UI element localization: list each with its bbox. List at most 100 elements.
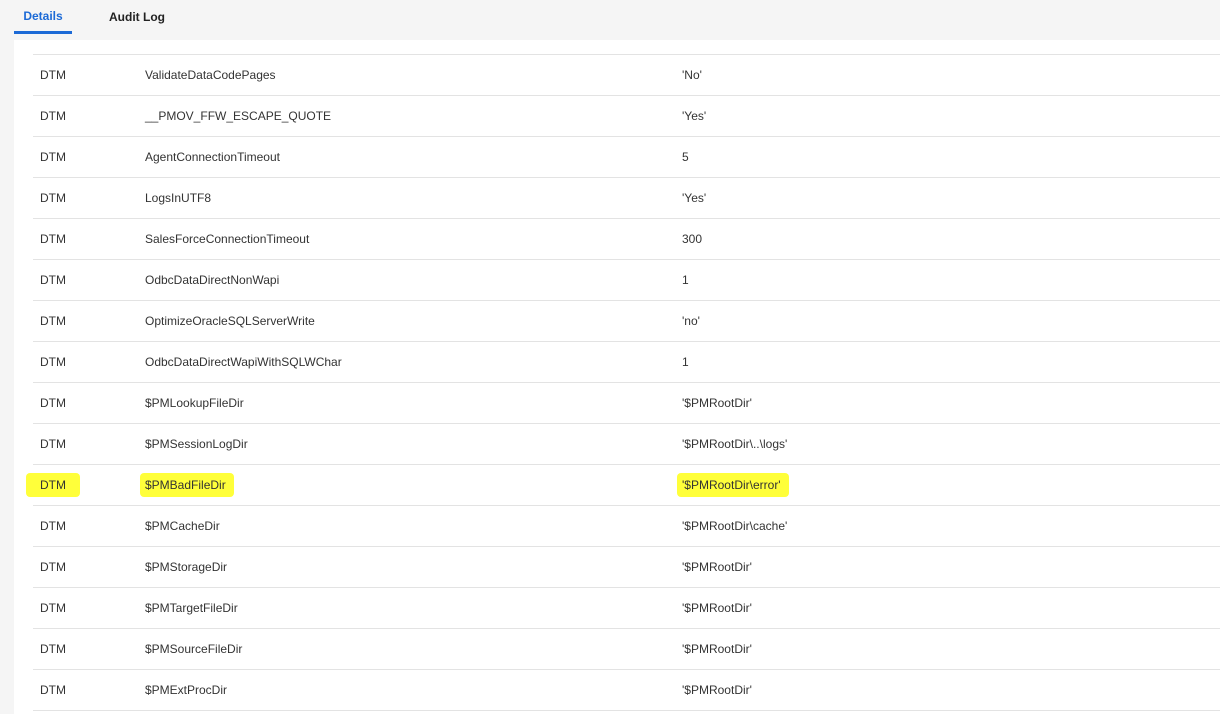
value-cell: 'Yes' [682,96,706,136]
value-cell-text: '$PMRootDir' [682,560,752,574]
table-row [33,40,1220,55]
name-cell: $PMExtProcDir [145,670,227,710]
type-cell: DTM [40,424,66,464]
value-cell: '$PMRootDir\cache' [682,506,787,546]
table-row: DTM __PMOV_FFW_ESCAPE_QUOTE 'Yes' [33,96,1220,137]
name-cell-text: __PMOV_FFW_ESCAPE_QUOTE [145,109,332,123]
name-cell-text: SalesForceConnectionTimeout [145,232,310,246]
name-cell: __PMOV_FFW_ESCAPE_QUOTE [145,96,331,136]
value-cell: 'no' [682,301,700,341]
value-cell: '$PMRootDir' [682,629,752,669]
type-cell-text: DTM [40,396,66,410]
value-cell: 'Yes' [682,178,706,218]
type-cell-text: DTM [40,642,66,656]
type-cell: DTM [26,465,80,505]
type-cell-text: DTM [40,601,66,615]
name-cell: $PMStorageDir [145,547,227,587]
name-cell: OptimizeOracleSQLServerWrite [145,301,315,341]
value-cell: '$PMRootDir\..\logs' [682,424,787,464]
name-cell-text: ValidateDataCodePages [145,68,276,82]
name-cell: $PMCacheDir [145,506,220,546]
tab-details[interactable]: Details [14,0,72,34]
value-cell-text: '$PMRootDir\..\logs' [682,437,788,451]
type-cell-text: DTM [40,355,66,369]
table-row: DTM $PMSessionLogDir '$PMRootDir\..\logs' [33,424,1220,465]
table-row: DTM $PMSourceFileDir '$PMRootDir' [33,629,1220,670]
type-cell-text: DTM [40,109,66,123]
properties-table: DTM ValidateDataCodePages 'No' DTM __PMOV_FF… [26,40,1220,711]
name-cell: LogsInUTF8 [145,178,211,218]
type-cell: DTM [40,260,66,300]
table-row: DTM $PMExtProcDir '$PMRootDir' [33,670,1220,711]
details-panel: DTM ValidateDataCodePages 'No' DTM __PMOV_FF… [14,40,1220,714]
value-cell: '$PMRootDir' [682,588,752,628]
name-cell-text: $PMCacheDir [145,519,220,533]
name-cell: $PMSourceFileDir [145,629,242,669]
name-cell: SalesForceConnectionTimeout [145,219,309,259]
name-cell: OdbcDataDirectWapiWithSQLWChar [145,342,342,382]
value-cell: 1 [682,260,689,300]
table-row: DTM $PMLookupFileDir '$PMRootDir' [33,383,1220,424]
table-row: DTM OptimizeOracleSQLServerWrite 'no' [33,301,1220,342]
table-row: DTM OdbcDataDirectNonWapi 1 [33,260,1220,301]
name-cell: $PMBadFileDir [140,465,234,505]
value-cell-text: '$PMRootDir\error' [677,473,789,497]
value-cell-text: '$PMRootDir\cache' [682,519,788,533]
value-cell-text: '$PMRootDir' [682,396,752,410]
value-cell: 1 [682,342,689,382]
value-cell-text: 'No' [682,68,702,82]
type-cell-text: DTM [26,473,80,497]
name-cell-text: OdbcDataDirectNonWapi [145,273,280,287]
value-cell-text: '$PMRootDir' [682,683,752,697]
type-cell-text: DTM [40,519,66,533]
type-cell: DTM [40,629,66,669]
table-row: DTM SalesForceConnectionTimeout 300 [33,219,1220,260]
value-cell-text: 1 [682,355,689,369]
type-cell: DTM [40,383,66,423]
type-cell: DTM [40,588,66,628]
name-cell-text: LogsInUTF8 [145,191,212,205]
value-cell: '$PMRootDir' [682,383,752,423]
table-row: DTM $PMTargetFileDir '$PMRootDir' [33,588,1220,629]
name-cell: AgentConnectionTimeout [145,137,280,177]
name-cell: ValidateDataCodePages [145,55,276,95]
value-cell-text: 'no' [682,314,700,328]
type-cell-text: DTM [40,683,66,697]
name-cell: $PMSessionLogDir [145,424,248,464]
table-row: DTM $PMCacheDir '$PMRootDir\cache' [33,506,1220,547]
type-cell: DTM [40,547,66,587]
value-cell: 300 [682,219,702,259]
name-cell-text: $PMSourceFileDir [145,642,243,656]
tab-bar: Details Audit Log [0,0,1220,40]
value-cell-text: 'Yes' [682,109,707,123]
type-cell: DTM [40,96,66,136]
name-cell-text: $PMStorageDir [145,560,228,574]
name-cell-text: AgentConnectionTimeout [145,150,280,164]
table-row-highlighted: DTM $PMBadFileDir '$PMRootDir\error' [26,465,1220,506]
tab-audit-log[interactable]: Audit Log [108,0,166,34]
type-cell-text: DTM [40,314,66,328]
name-cell: OdbcDataDirectNonWapi [145,260,279,300]
name-cell: $PMLookupFileDir [145,383,244,423]
value-cell-text: 300 [682,232,703,246]
name-cell-text: $PMExtProcDir [145,683,228,697]
type-cell: DTM [40,506,66,546]
type-cell-text: DTM [40,68,66,82]
value-cell: '$PMRootDir' [682,670,752,710]
value-cell: '$PMRootDir' [682,547,752,587]
value-cell-text: 1 [682,273,689,287]
name-cell-text: $PMLookupFileDir [145,396,244,410]
value-cell-text: 5 [682,150,689,164]
value-cell-text: 'Yes' [682,191,707,205]
value-cell-text: '$PMRootDir' [682,601,752,615]
type-cell: DTM [40,219,66,259]
type-cell: DTM [40,137,66,177]
value-cell: '$PMRootDir\error' [677,465,789,505]
type-cell: DTM [40,178,66,218]
type-cell-text: DTM [40,191,66,205]
type-cell: DTM [40,55,66,95]
name-cell-text: $PMSessionLogDir [145,437,248,451]
type-cell: DTM [40,301,66,341]
table-row: DTM LogsInUTF8 'Yes' [33,178,1220,219]
name-cell-text: $PMBadFileDir [140,473,234,497]
